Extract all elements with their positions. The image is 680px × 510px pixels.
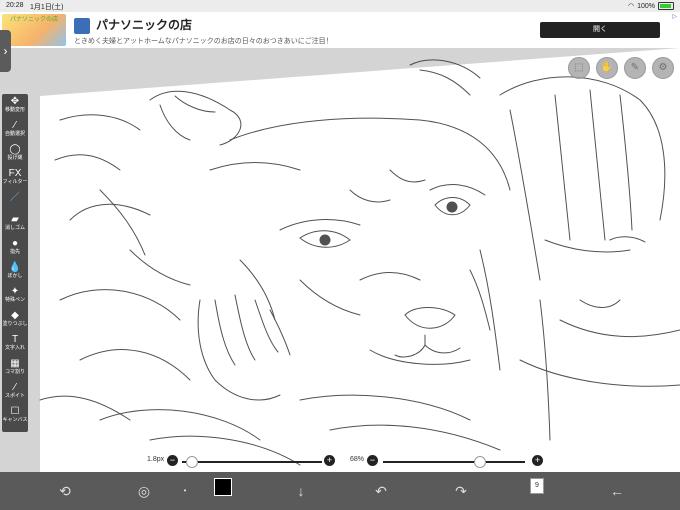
special-pen-tool[interactable]: ✦ 特殊ペン: [2, 286, 28, 308]
brush-sliders: 1.8px − + 68% − +: [0, 452, 680, 470]
brush-size-knob[interactable]: [186, 456, 198, 468]
fill-tool[interactable]: ◆ 塗りつぶし: [2, 310, 28, 332]
auto-select-tool[interactable]: ⁄ 自動選択: [2, 120, 28, 142]
panel-icon: ▦: [10, 358, 20, 369]
brush-settings-icon[interactable]: ◎: [135, 482, 153, 500]
download-icon[interactable]: ↓: [292, 482, 310, 500]
text-tool[interactable]: T 文字入れ: [2, 334, 28, 356]
status-indicators: ◠ 100%: [628, 2, 674, 10]
pen-icon[interactable]: ✎: [624, 57, 646, 79]
eyedropper-tool[interactable]: ⁄ スポイト: [2, 382, 28, 404]
text-icon: T: [11, 334, 19, 345]
opacity-knob[interactable]: [474, 456, 486, 468]
ad-info-icon[interactable]: ▷: [672, 13, 677, 20]
status-time: 20:28: [6, 2, 24, 9]
layers-button[interactable]: 9: [530, 478, 544, 494]
brush-size-value: 1.8px: [147, 456, 165, 463]
opacity-slider[interactable]: [383, 461, 525, 463]
settings-icon[interactable]: ⚙: [652, 57, 674, 79]
ad-title[interactable]: パナソニックの店: [96, 16, 192, 33]
canvas-icon: ☐: [10, 406, 20, 417]
wand-icon: ⁄: [14, 120, 16, 131]
panel-tool[interactable]: ▦ コマ割り: [2, 358, 28, 380]
ad-thumbnail-text: パナソニックの店: [9, 17, 58, 23]
lasso-icon: ◯: [9, 144, 21, 155]
status-bar: 20:28 1月1日(土) ◠ 100%: [0, 0, 680, 12]
lasso-tool[interactable]: ◯ 投げ縄: [2, 144, 28, 166]
opacity-value: 68%: [350, 456, 365, 463]
brush-size-slider[interactable]: [182, 461, 322, 463]
filter-tool[interactable]: FX フィルター: [2, 168, 28, 190]
drop-icon: 💧: [8, 262, 22, 273]
drawing-canvas[interactable]: [0, 48, 680, 472]
battery-percent: 100%: [637, 2, 655, 10]
back-icon[interactable]: ←: [608, 482, 626, 500]
finger-icon: ●: [11, 238, 19, 249]
color-swatch[interactable]: [214, 478, 232, 496]
wifi-icon: ◠: [627, 3, 635, 10]
fx-icon: FX: [8, 168, 22, 179]
ad-banner[interactable]: パナソニックの店 パナソニックの店 ときめく夫婦とアットホームなパナソニックのお…: [0, 12, 680, 49]
transform-icon[interactable]: ⟲: [56, 482, 74, 500]
redo-icon[interactable]: ↷: [452, 482, 470, 500]
status-date: 1月1日(土): [30, 4, 64, 11]
eraser-icon: ▰: [11, 214, 19, 225]
opacity-plus-button[interactable]: +: [532, 455, 543, 466]
sparkle-pen-icon: ✦: [10, 286, 20, 297]
ad-description: ときめく夫婦とアットホームなパナソニックのお店の日々のおつきあいにご注目！: [74, 38, 333, 45]
brush-tool[interactable]: ／: [2, 192, 28, 214]
eyedropper-icon: ⁄: [14, 382, 16, 393]
top-action-icons: ⬚ ✋ ✎ ⚙: [568, 57, 674, 79]
blur-tool[interactable]: 💧 ぼかし: [2, 262, 28, 284]
smudge-tool[interactable]: ● 指先: [2, 238, 28, 260]
brush-dot-icon[interactable]: •: [176, 482, 194, 500]
canvas-tool[interactable]: ☐ キャンバス: [2, 406, 28, 428]
opacity-minus-button[interactable]: −: [367, 455, 378, 466]
ad-thumbnail[interactable]: パナソニックの店: [2, 14, 66, 46]
bucket-icon: ◆: [11, 310, 19, 321]
undo-icon[interactable]: ↶: [372, 482, 390, 500]
ad-open-button[interactable]: 開く: [540, 22, 660, 38]
canvas-paper: [40, 48, 680, 472]
battery-icon: [658, 2, 674, 10]
ad-logo-icon: [74, 18, 90, 34]
brush-size-minus-button[interactable]: −: [167, 455, 178, 466]
tool-palette: ✥ 移動変形 ⁄ 自動選択 ◯ 投げ縄 FX フィルター ／ ▰ 消しゴム ● 指先 💧 ぼか…: [2, 94, 28, 432]
bottom-toolbar: ⟲ ◎ • ↓ ↶ ↷ ←: [0, 472, 680, 510]
hand-icon[interactable]: ✋: [596, 57, 618, 79]
side-panel-toggle[interactable]: ›: [0, 30, 11, 72]
chevron-right-icon: ›: [3, 44, 8, 58]
select-area-icon[interactable]: ⬚: [568, 57, 590, 79]
eraser-tool[interactable]: ▰ 消しゴム: [2, 214, 28, 236]
move-icon: ✥: [10, 96, 20, 107]
move-transform-tool[interactable]: ✥ 移動変形: [2, 96, 28, 118]
brush-size-plus-button[interactable]: +: [324, 455, 335, 466]
brush-icon: ／: [10, 192, 20, 203]
